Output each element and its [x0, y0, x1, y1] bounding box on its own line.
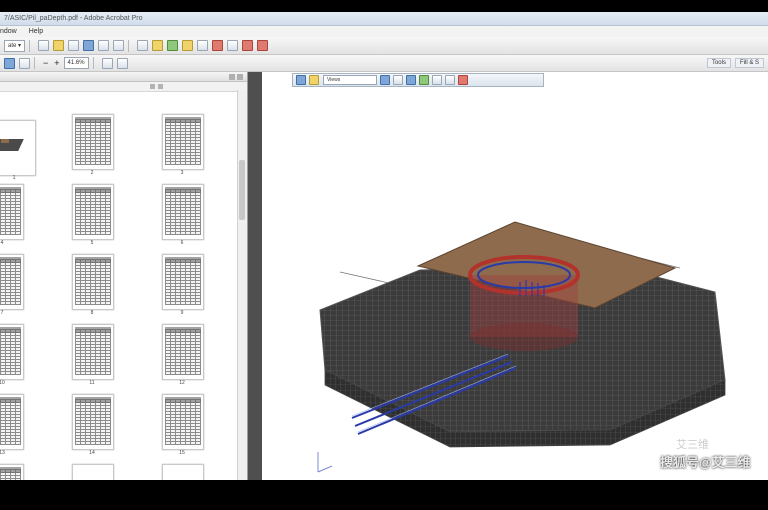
watermark-logo: 艾三维 — [676, 439, 709, 451]
watermark-text: 搜狐号@艾三维 — [660, 455, 751, 470]
shaft-bottom — [470, 323, 578, 351]
3d-model-view[interactable] — [0, 0, 768, 510]
bottom-black-bar — [0, 486, 768, 510]
axis-triad-icon — [317, 452, 333, 473]
